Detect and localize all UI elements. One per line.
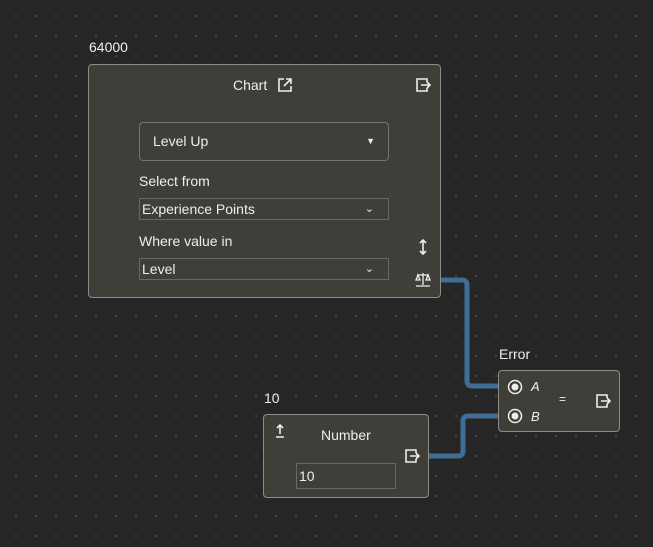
external-link-icon[interactable] [277,77,293,93]
upload-arrow-icon[interactable] [272,423,288,439]
operator-label: = [559,392,567,406]
input-a-radio-icon[interactable] [507,379,523,395]
scale-icon[interactable] [415,271,431,287]
chevron-down-icon: ⌄ [364,203,374,215]
number-node-caption: 10 [264,390,280,406]
number-input[interactable]: 10 [296,463,396,489]
chart-type-value: Level Up [153,133,209,149]
wire-number-to-error-b [428,413,499,459]
input-a-label: A [531,379,540,394]
select-from-label: Select from [139,173,210,189]
number-node[interactable]: Number 10 [263,414,429,498]
number-node-title: Number [321,427,371,443]
where-label: Where value in [139,233,233,249]
where-select[interactable]: Level ⌄ [139,258,389,280]
output-icon[interactable] [404,448,420,464]
chart-node[interactable]: Chart Level Up ▼ Select from Experience P… [88,64,441,298]
error-node[interactable]: A B = [498,370,620,432]
chart-type-dropdown[interactable]: Level Up ▼ [139,122,389,161]
select-from-value: Experience Points [142,201,255,217]
input-b-radio-icon[interactable] [507,408,523,424]
chart-node-title: Chart [233,77,268,93]
select-from-select[interactable]: Experience Points ⌄ [139,198,389,220]
input-b-label: B [531,409,540,424]
vertical-resize-icon[interactable] [415,239,431,255]
caret-down-icon: ▼ [366,136,375,146]
output-icon[interactable] [415,77,431,93]
chart-node-caption: 64000 [89,39,128,55]
wire-chart-to-error-a [440,277,499,389]
where-value: Level [142,261,176,277]
chevron-down-icon: ⌄ [364,263,374,275]
output-icon[interactable] [595,393,611,409]
error-node-caption: Error [499,346,531,362]
